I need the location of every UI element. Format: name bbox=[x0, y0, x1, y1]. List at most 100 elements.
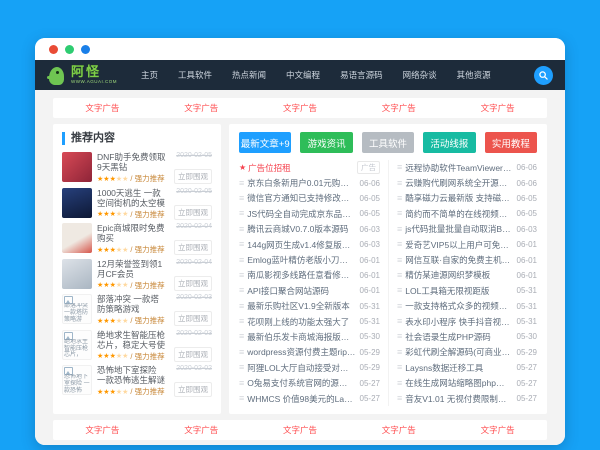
article-title: 最新伯乐发卡商城海报版源码 无后门 bbox=[247, 331, 355, 343]
article-row[interactable]: ≡远程协助软件TeamViewer v11 原文件版06-06 bbox=[397, 160, 537, 175]
article-date: 06-06 bbox=[360, 179, 380, 188]
article-row[interactable]: ≡阿狸LOL大厅自动接受对局工具05-29 bbox=[239, 360, 380, 375]
article-row[interactable]: ≡在线生成网站缩略图php源码05-27 bbox=[397, 375, 537, 390]
tab-3[interactable]: 工具软件 bbox=[362, 132, 414, 153]
article-row[interactable]: ≡花呗刚上线的功能太强大了05-31 bbox=[239, 314, 380, 329]
text-ad-link-1[interactable]: 文字广告 bbox=[53, 420, 152, 440]
recommended-item[interactable]: Epic商城限时免费购买 (SUPERHOT) 游戏★★★★★/ 强力推荐202… bbox=[62, 223, 212, 255]
recommended-item[interactable]: DNF助手免费领取9天黑钻★★★★★/ 强力推荐2020-02-05立即围观 bbox=[62, 152, 212, 184]
star-icon: ★ bbox=[122, 317, 128, 325]
article-row[interactable]: ≡酷享磁力云最新版 支持磁力搜索下载和一...06-05 bbox=[397, 191, 537, 206]
nav-item-3[interactable]: 热点新闻 bbox=[222, 60, 276, 90]
text-ad-link-1[interactable]: 文字广告 bbox=[53, 98, 152, 118]
article-row[interactable]: ≡表水印小程序 快手抖音视频搬运工上热门...05-31 bbox=[397, 314, 537, 329]
nav-item-7[interactable]: 其他资源 bbox=[447, 60, 501, 90]
star-icon: ★ bbox=[122, 388, 128, 396]
tab-2[interactable]: 游戏资讯 bbox=[300, 132, 352, 153]
article-row[interactable]: ≡js代码批量批量自动取消B站关注06-03 bbox=[397, 222, 537, 237]
article-row[interactable]: ≡云赚购代刷网系统全开源可运营程序搭建06-06 bbox=[397, 175, 537, 190]
text-ad-link-2[interactable]: 文字广告 bbox=[152, 420, 251, 440]
article-row[interactable]: ≡京东白条新用户0.01元购买3个月爱奇艺黄...06-06 bbox=[239, 175, 380, 190]
article-title: JS代码全自动完成京东品牌狂欢城活动任务 bbox=[247, 208, 355, 220]
window-dot-red[interactable] bbox=[49, 45, 58, 54]
text-ad-link-2[interactable]: 文字广告 bbox=[152, 98, 251, 118]
ad-star-icon: ★ bbox=[239, 164, 246, 172]
article-row[interactable]: ≡爱奇艺VIP5以上用户可免费发爱奇艺VIP红包06-01 bbox=[397, 237, 537, 252]
window-dot-green[interactable] bbox=[65, 45, 74, 54]
article-row[interactable]: ≡网信互联·自家的免费主机第一批正式开启06-01 bbox=[397, 252, 537, 267]
article-row[interactable]: ≡简约而不简单的在线视频源码06-05 bbox=[397, 206, 537, 221]
recommended-item[interactable]: 恐怖地下室探险 一款恐怖恐怖地下室探险 一款恐怖逃生解谜类游戏★★★★★/ 强力… bbox=[62, 365, 212, 397]
nav-item-6[interactable]: 网络杂谈 bbox=[393, 60, 447, 90]
item-rating: ★★★★★/ 强力推荐 bbox=[97, 209, 166, 220]
text-ad-link-3[interactable]: 文字广告 bbox=[251, 420, 350, 440]
article-row[interactable]: ≡144g网页生成v1.4修复版源码06-03 bbox=[239, 237, 380, 252]
article-row[interactable]: ≡API接口聚合网站源码06-01 bbox=[239, 283, 380, 298]
text-ad-link-3[interactable]: 文字广告 bbox=[251, 98, 350, 118]
view-now-button[interactable]: 立即围观 bbox=[174, 240, 212, 255]
view-now-button[interactable]: 立即围观 bbox=[174, 276, 212, 291]
recommended-item[interactable]: 绝地求生智能压枪芯片，绝地求生智能压枪芯片，稳定大号使用，永久免费★★★★★/ … bbox=[62, 330, 212, 362]
article-row[interactable]: ≡腾讯云商城V0.7.0版本源码06-03 bbox=[239, 222, 380, 237]
item-rating: ★★★★★/ 强力推荐 bbox=[97, 315, 166, 326]
article-row[interactable]: ≡精仿某迪源网织梦模板06-01 bbox=[397, 268, 537, 283]
text-ad-link-5[interactable]: 文字广告 bbox=[448, 98, 547, 118]
article-row[interactable]: ≡LOL工具箱无限视距版05-31 bbox=[397, 283, 537, 298]
item-title: 绝地求生智能压枪芯片，稳定大号使用，永久免费 bbox=[97, 330, 166, 350]
nav-item-4[interactable]: 中文编程 bbox=[276, 60, 330, 90]
recommended-item[interactable]: 12月荣誉签到领1月CF会员★★★★★/ 强力推荐2020-02-04立即围观 bbox=[62, 259, 212, 291]
nav-item-5[interactable]: 易语言源码 bbox=[330, 60, 393, 90]
article-row[interactable]: ★广告位招租广告 bbox=[239, 160, 380, 175]
list-item-icon: ≡ bbox=[397, 163, 402, 172]
article-date: 05-30 bbox=[360, 332, 380, 341]
broken-image-icon: 绝地求生智能压枪芯片， bbox=[62, 330, 92, 360]
view-now-button[interactable]: 立即围观 bbox=[174, 169, 212, 184]
article-title: 表水印小程序 快手抖音视频搬运工上热门... bbox=[405, 316, 512, 328]
text-ad-link-5[interactable]: 文字广告 bbox=[448, 420, 547, 440]
search-button[interactable] bbox=[534, 66, 553, 85]
article-date: 06-05 bbox=[360, 194, 380, 203]
item-date: 2020-02-05 bbox=[176, 188, 212, 195]
article-title: 酷享磁力云最新版 支持磁力搜索下载和一... bbox=[405, 192, 512, 204]
article-row[interactable]: ≡微信官方通知已支持修改微信号06-05 bbox=[239, 191, 380, 206]
list-item-icon: ≡ bbox=[239, 256, 244, 265]
item-rating: ★★★★★/ 强力推荐 bbox=[97, 386, 166, 397]
article-row[interactable]: ≡社会语录生成PHP源码05-30 bbox=[397, 329, 537, 344]
window-dot-blue[interactable] bbox=[81, 45, 90, 54]
article-row[interactable]: ≡JS代码全自动完成京东品牌狂欢城活动任务06-05 bbox=[239, 206, 380, 221]
article-row[interactable]: ≡一款支持格式众多的视频转换器05-31 bbox=[397, 299, 537, 314]
article-row[interactable]: ≡WHMCS 价值98美元的Lagom模板开源05-27 bbox=[239, 391, 380, 406]
article-row[interactable]: ≡Emlog蓝叶精仿老版小刀娱乐网HFoldao模...06-01 bbox=[239, 252, 380, 267]
nav-item-2[interactable]: 工具软件 bbox=[168, 60, 222, 90]
article-row[interactable]: ≡O兔易支付系统官网的源码开源05-27 bbox=[239, 375, 380, 390]
view-now-button[interactable]: 立即围观 bbox=[174, 382, 212, 397]
nav-item-1[interactable]: 主页 bbox=[131, 60, 168, 90]
site-logo[interactable]: 阿怪 WWW.AGUAI.COM bbox=[47, 64, 117, 86]
text-ad-link-4[interactable]: 文字广告 bbox=[349, 420, 448, 440]
article-date: 05-27 bbox=[517, 363, 537, 372]
article-row[interactable]: ≡南瓜影视多线路任意看修改版06-01 bbox=[239, 268, 380, 283]
article-row[interactable]: ≡音友V1.01 无视付费限制全网音乐无损免费...05-27 bbox=[397, 391, 537, 406]
article-row[interactable]: ≡最新乐购社区V1.9全新版本05-31 bbox=[239, 299, 380, 314]
view-now-button[interactable]: 立即围观 bbox=[174, 205, 212, 220]
article-row[interactable]: ≡Laysns数据迁移工具05-27 bbox=[397, 360, 537, 375]
article-row[interactable]: ≡彩虹代刷全解源码(可商业用途 防黑)05-29 bbox=[397, 345, 537, 360]
article-date: 05-27 bbox=[517, 394, 537, 403]
item-thumbnail bbox=[62, 188, 92, 218]
desktop-background: 阿怪 WWW.AGUAI.COM 主页工具软件热点新闻中文编程易语言源码网络杂谈… bbox=[0, 0, 600, 450]
view-now-button[interactable]: 立即围观 bbox=[174, 347, 212, 362]
bottom-ad-strip: 文字广告文字广告文字广告文字广告文字广告 bbox=[53, 420, 547, 440]
recommended-item[interactable]: 部落冲突 一款塔防策略游部落冲突 一款塔防策略游戏★★★★★/ 强力推荐2020… bbox=[62, 294, 212, 326]
tab-1[interactable]: 最新文章+9 bbox=[239, 132, 291, 153]
article-title: 广告位招租 bbox=[248, 162, 353, 174]
recommended-item[interactable]: 1000天逃生 一款空间街机的太空模拟经营游戏★★★★★/ 强力推荐2020-0… bbox=[62, 188, 212, 220]
top-ad-strip: 文字广告文字广告文字广告文字广告文字广告 bbox=[53, 98, 547, 118]
article-row[interactable]: ≡最新伯乐发卡商城海报版源码 无后门05-30 bbox=[239, 329, 380, 344]
item-title: 部落冲突 一款塔防策略游戏 bbox=[97, 294, 166, 314]
text-ad-link-4[interactable]: 文字广告 bbox=[349, 98, 448, 118]
article-row[interactable]: ≡wordpress资源付费主题ripro6.7含美化包...05-29 bbox=[239, 345, 380, 360]
tab-4[interactable]: 活动线报 bbox=[423, 132, 475, 153]
view-now-button[interactable]: 立即围观 bbox=[174, 311, 212, 326]
item-title: 恐怖地下室探险 一款恐怖逃生解谜类游戏 bbox=[97, 365, 166, 385]
tab-5[interactable]: 实用教程 bbox=[485, 132, 537, 153]
